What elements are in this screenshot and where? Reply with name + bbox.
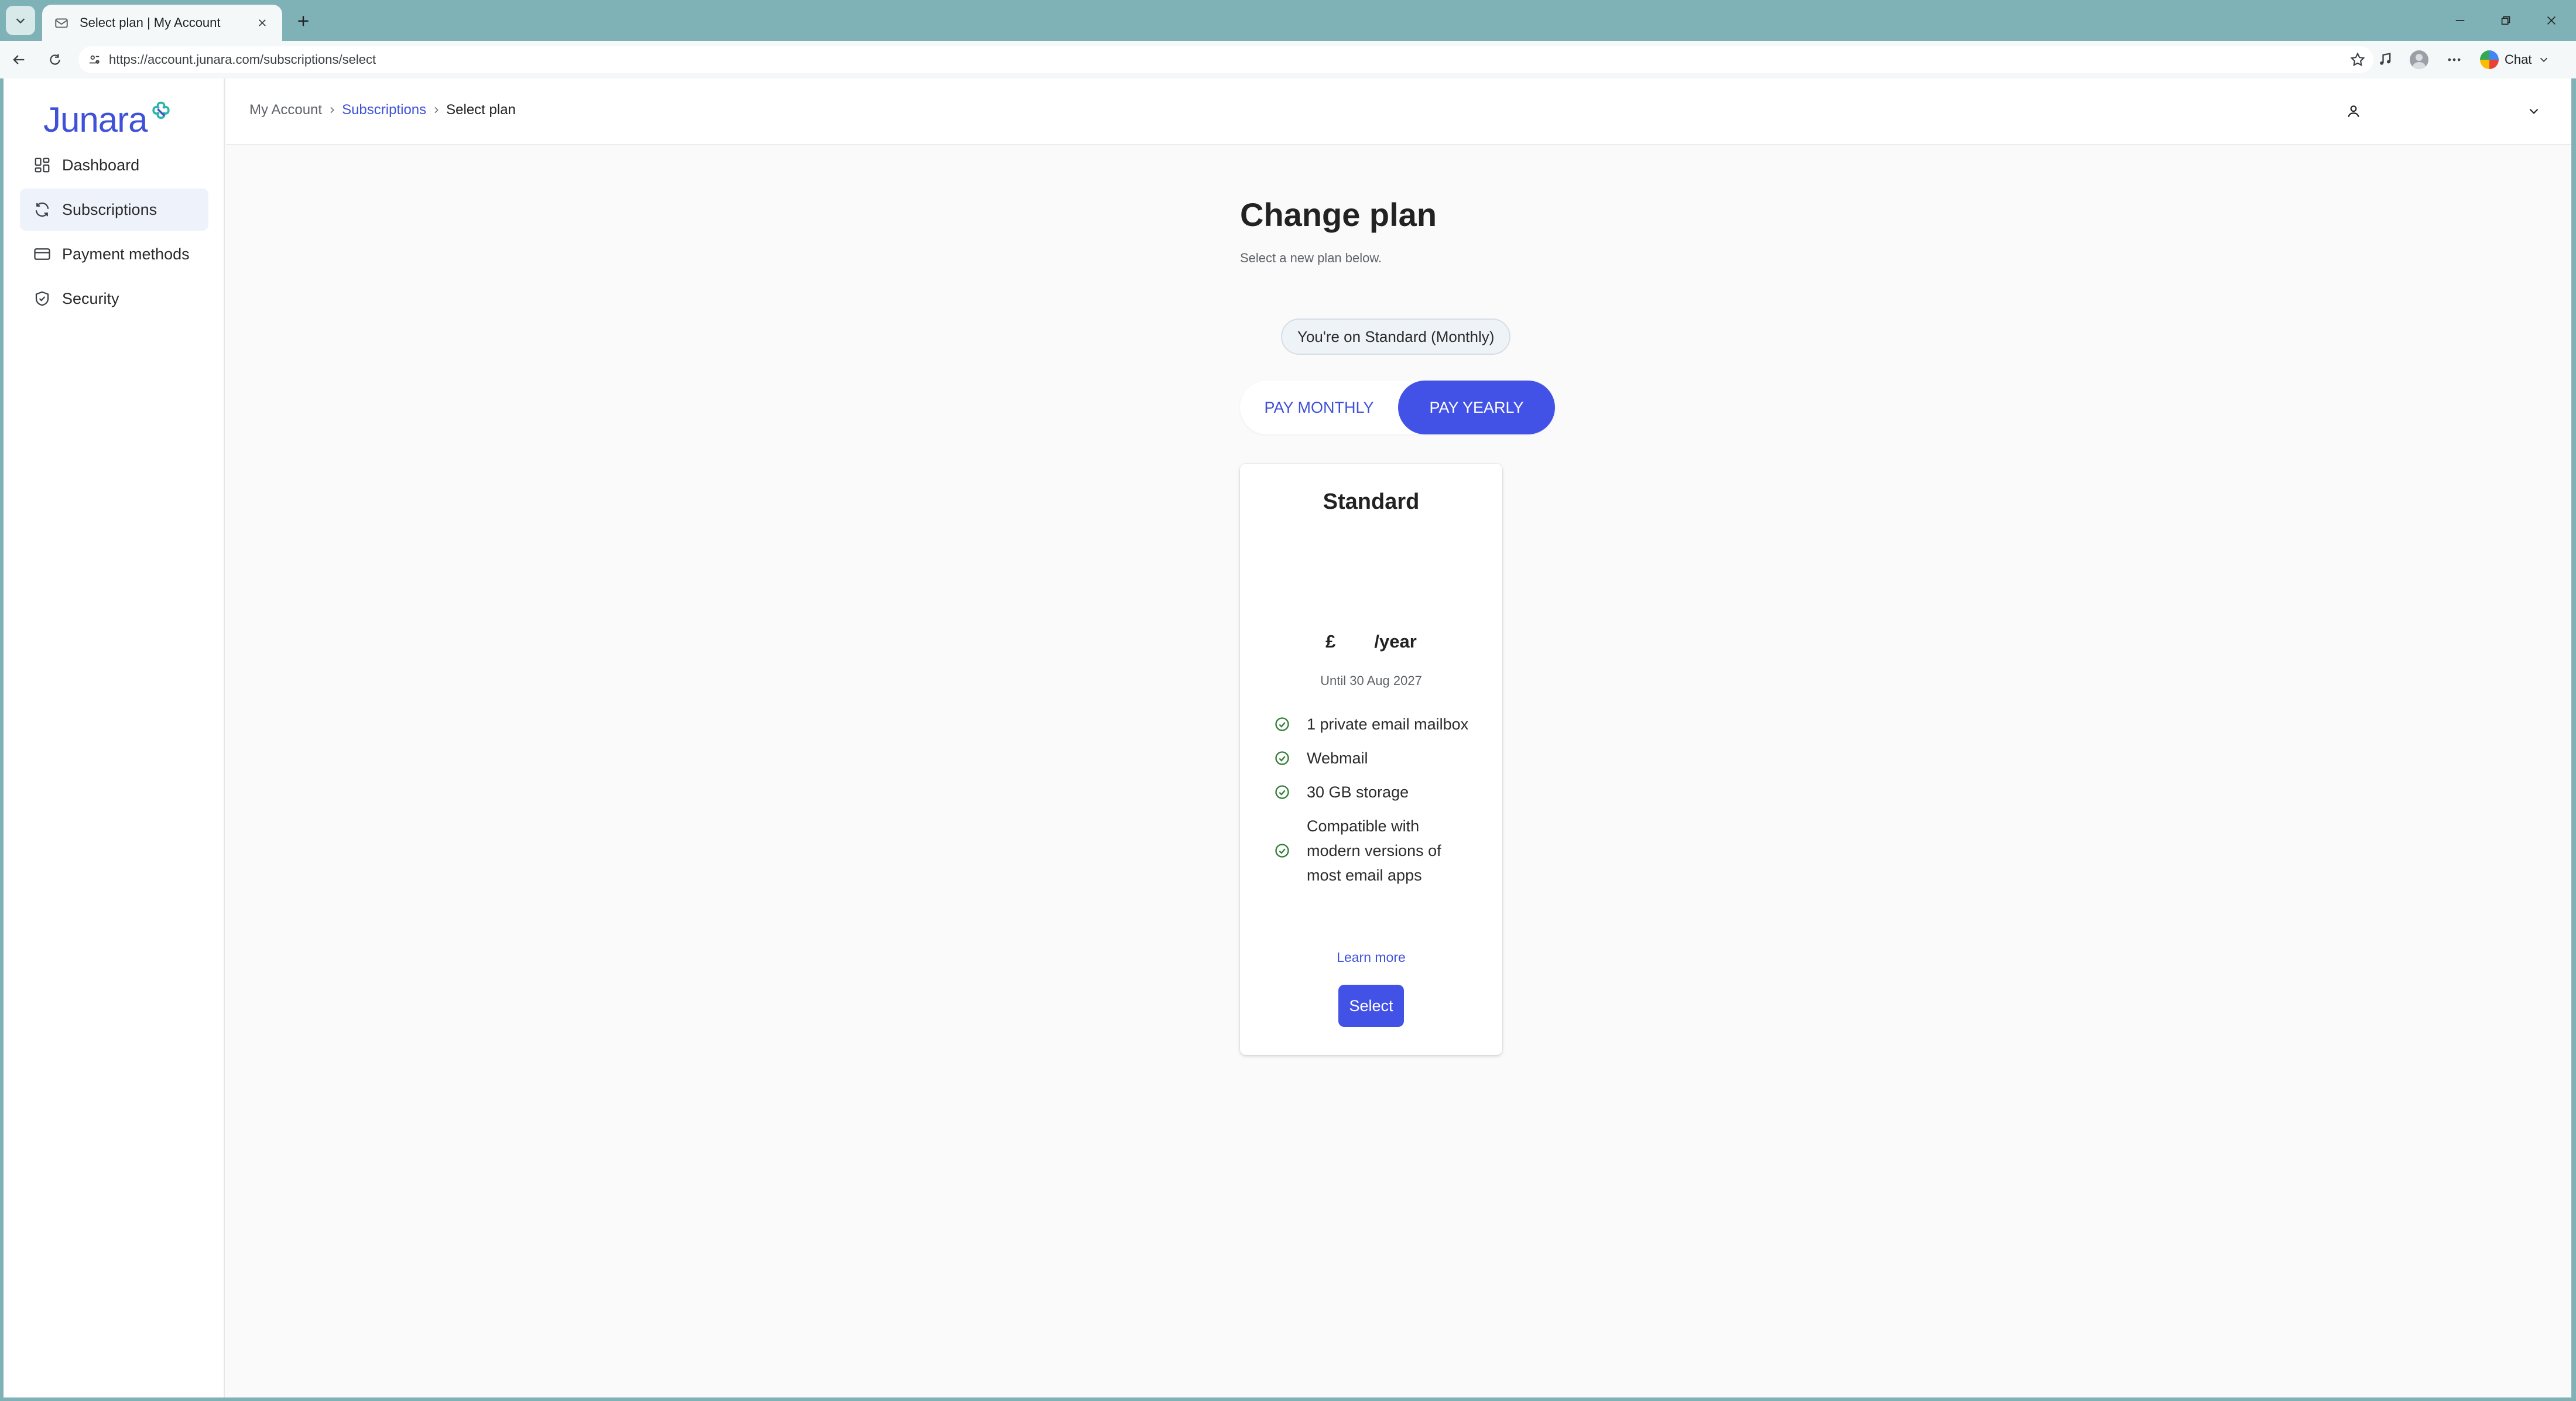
plus-icon (298, 16, 309, 26)
site-info-icon[interactable] (88, 53, 101, 66)
url-text: https://account.junara.com/subscriptions… (109, 52, 376, 67)
grid-icon (33, 156, 52, 174)
page-title: Change plan (1240, 196, 1437, 233)
new-tab-button[interactable] (292, 9, 315, 33)
pay-monthly-option[interactable]: PAY MONTHLY (1240, 381, 1398, 434)
user-menu-button[interactable] (2343, 101, 2364, 122)
breadcrumb-subscriptions[interactable]: Subscriptions (342, 102, 426, 118)
reload-button[interactable] (43, 48, 67, 71)
restore-button[interactable] (2488, 7, 2523, 34)
sidebar-item-label: Security (62, 289, 119, 307)
avatar (2410, 50, 2428, 69)
sidebar-item-dashboard[interactable]: Dashboard (20, 144, 208, 186)
breadcrumb: My Account Subscriptions Select plan (249, 102, 516, 118)
logo-mark-icon (152, 101, 170, 119)
tab-close-button[interactable] (254, 15, 270, 31)
sidebar: Junara Dashboard Subscriptions Payment m… (4, 78, 225, 1397)
close-icon (2547, 16, 2556, 25)
chat-label: Chat (2505, 52, 2532, 67)
star-icon (2350, 52, 2365, 67)
chevron-right-icon (426, 103, 446, 117)
breadcrumb-select-plan: Select plan (446, 102, 516, 118)
learn-more-link[interactable]: Learn more (1240, 950, 1502, 965)
mail-icon (55, 18, 68, 28)
list-item: Webmail (1274, 746, 1473, 770)
junara-logo[interactable]: Junara (43, 100, 174, 140)
top-bar: My Account Subscriptions Select plan (226, 78, 2571, 145)
list-item: 1 private email mailbox (1274, 712, 1473, 737)
sidebar-item-label: Payment methods (62, 245, 190, 263)
chevron-down-icon (16, 18, 25, 24)
reload-icon (50, 54, 60, 65)
address-bar[interactable]: https://account.junara.com/subscriptions… (78, 46, 2373, 73)
sidebar-nav: Dashboard Subscriptions Payment methods … (20, 144, 208, 322)
feature-text: Compatible with modern versions of most … (1307, 817, 1441, 884)
close-window-button[interactable] (2534, 7, 2569, 34)
page-viewport: Junara Dashboard Subscriptions Payment m… (4, 78, 2571, 1397)
plan-price: £ /year (1240, 631, 1502, 652)
select-plan-button[interactable]: Select (1338, 985, 1404, 1027)
sidebar-item-payment-methods[interactable]: Payment methods (20, 233, 208, 275)
sidebar-item-label: Dashboard (62, 156, 140, 174)
list-item: Compatible with modern versions of most … (1274, 814, 1473, 888)
user-menu-toggle[interactable] (2523, 101, 2544, 122)
feature-text: Webmail (1307, 749, 1368, 767)
user-icon (2348, 105, 2359, 118)
chevron-down-icon (2529, 108, 2539, 114)
feature-text: 30 GB storage (1307, 783, 1409, 801)
restore-icon (2501, 16, 2510, 25)
check-circle-icon (1275, 751, 1289, 765)
sidebar-item-subscriptions[interactable]: Subscriptions (20, 189, 208, 231)
plan-name: Standard (1323, 489, 1420, 514)
chevron-down-icon (2540, 57, 2548, 63)
pay-yearly-option[interactable]: PAY YEARLY (1398, 381, 1555, 434)
music-note-icon (2380, 53, 2391, 65)
credit-card-icon (33, 245, 52, 263)
browser-tab-active[interactable]: Select plan | My Account (42, 5, 282, 41)
more-menu-button[interactable] (2444, 49, 2465, 70)
minimize-button[interactable] (2443, 7, 2478, 34)
plan-features: 1 private email mailbox Webmail 30 GB st… (1274, 712, 1473, 897)
chevron-right-icon (322, 103, 342, 117)
browser-tab-bar: Select plan | My Account (0, 0, 2576, 41)
chat-logo-icon (2480, 50, 2499, 69)
check-circle-icon (1275, 717, 1289, 731)
check-circle-icon (1275, 785, 1289, 799)
breadcrumb-my-account[interactable]: My Account (249, 102, 322, 118)
main-area: My Account Subscriptions Select plan Cha… (226, 78, 2571, 1397)
refresh-icon (33, 200, 52, 219)
billing-period-toggle: PAY MONTHLY PAY YEARLY (1240, 381, 1555, 434)
media-controls-button[interactable] (2375, 49, 2396, 70)
list-item: 30 GB storage (1274, 780, 1473, 804)
sidebar-item-label: Subscriptions (62, 200, 157, 218)
chat-button[interactable]: Chat (2480, 48, 2550, 71)
profile-button[interactable] (2409, 49, 2430, 70)
minimize-icon (2455, 20, 2465, 21)
plan-until-date: Until 30 Aug 2027 (1320, 673, 1422, 688)
bookmark-button[interactable] (2349, 51, 2366, 68)
more-horizontal-icon (2448, 58, 2461, 61)
close-icon (259, 19, 266, 26)
price-currency: £ (1325, 631, 1336, 652)
sidebar-item-security[interactable]: Security (20, 278, 208, 320)
tab-title: Select plan | My Account (80, 15, 221, 30)
page-subtitle: Select a new plan below. (1240, 251, 1382, 265)
check-circle-icon (1275, 844, 1289, 858)
logo-text: Junara (43, 100, 148, 139)
arrow-left-icon (13, 55, 25, 64)
feature-text: 1 private email mailbox (1307, 715, 1469, 733)
plan-card-standard: Standard £ /year Until 30 Aug 2027 1 priv… (1240, 464, 1502, 1055)
price-period: /year (1374, 631, 1417, 652)
current-plan-badge: You're on Standard (Monthly) (1281, 318, 1511, 355)
tab-list-button[interactable] (6, 6, 35, 35)
browser-toolbar: https://account.junara.com/subscriptions… (0, 41, 2576, 78)
back-button[interactable] (7, 48, 30, 71)
shield-check-icon (33, 289, 52, 308)
